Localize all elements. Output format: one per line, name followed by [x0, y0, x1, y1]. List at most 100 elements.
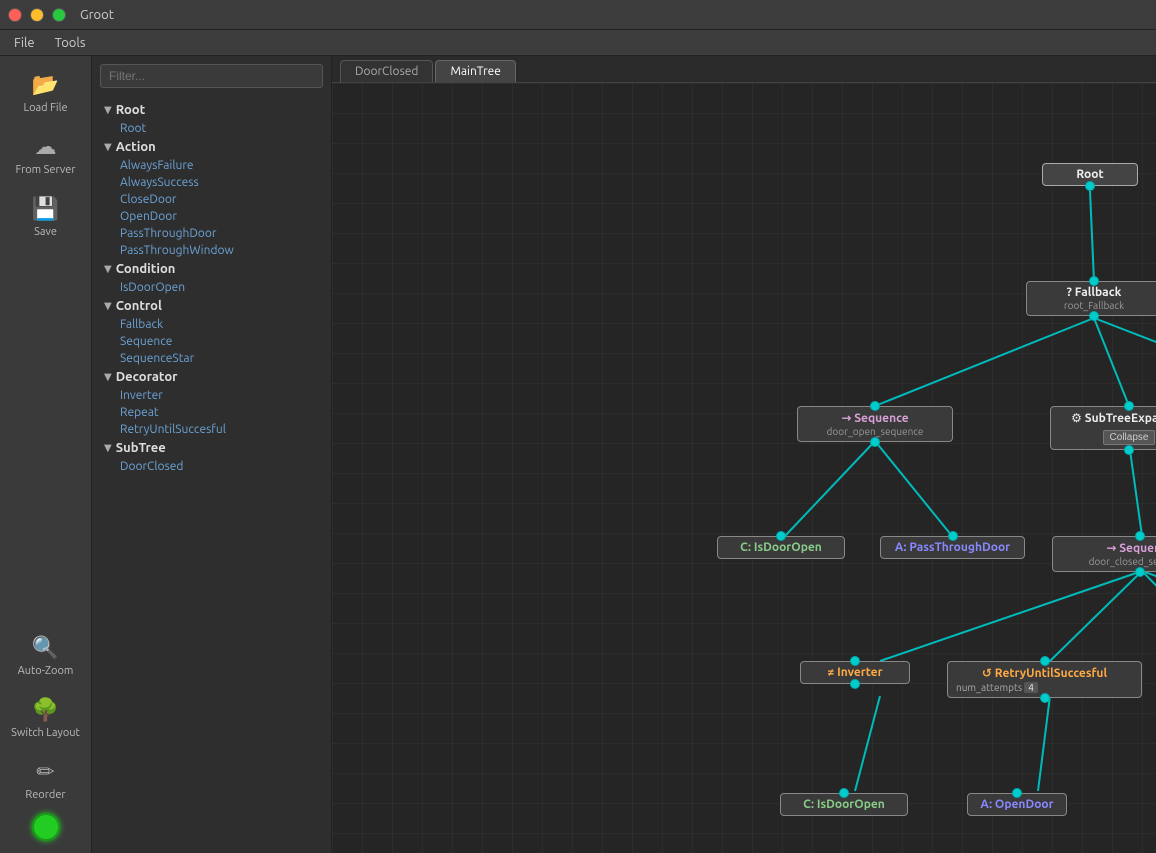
- tree-item-fallback[interactable]: Fallback: [92, 316, 331, 333]
- tree-item-repeat[interactable]: Repeat: [92, 404, 331, 421]
- canvas-area: DoorClosed MainTree: [332, 56, 1156, 853]
- node-passthroughdoor1[interactable]: A: PassThroughDoor: [880, 536, 1025, 559]
- node-fallback[interactable]: ? Fallback root_Fallback: [1026, 281, 1156, 316]
- arrow-control: ▼: [104, 300, 112, 312]
- tree-item-alwaysfailure[interactable]: AlwaysFailure: [92, 157, 331, 174]
- save-icon: 💾: [32, 196, 59, 222]
- tree-item-root[interactable]: Root: [92, 120, 331, 137]
- conn-subtree-top: [1124, 401, 1134, 411]
- node-root[interactable]: Root: [1042, 163, 1138, 186]
- from-server-label: From Server: [15, 164, 75, 176]
- tree-item-doorclosed[interactable]: DoorClosed: [92, 458, 331, 475]
- switch-layout-button[interactable]: 🌳 Switch Layout: [6, 689, 86, 747]
- save-button[interactable]: 💾 Save: [6, 188, 86, 246]
- node-retry-title: ↺ RetryUntilSuccesful: [956, 666, 1133, 680]
- category-action-label: Action: [116, 140, 156, 154]
- menubar: File Tools: [0, 30, 1156, 56]
- reorder-icon: ✏: [36, 759, 54, 785]
- from-server-button[interactable]: ☁ From Server: [6, 126, 86, 184]
- arrow-condition: ▼: [104, 263, 112, 275]
- conn-retry-top: [1040, 656, 1050, 666]
- conn-seq1-bottom: [870, 437, 880, 447]
- node-sequence1[interactable]: → Sequence door_open_sequence: [797, 406, 953, 442]
- tree-item-isdooropen[interactable]: IsDoorOpen: [92, 279, 331, 296]
- toolbar: 📂 Load File ☁ From Server 💾 Save 🔍 Auto-…: [0, 56, 92, 853]
- node-ido2-title: C: IsDoorOpen: [789, 798, 899, 811]
- node-sequence2[interactable]: → Sequence door_closed_sequence: [1052, 536, 1156, 572]
- conn-ptd1-top: [948, 531, 958, 541]
- tree-item-closedoor[interactable]: CloseDoor: [92, 191, 331, 208]
- node-isdooropen2[interactable]: C: IsDoorOpen: [780, 793, 908, 816]
- load-file-label: Load File: [23, 102, 67, 114]
- tree-item-opendoor[interactable]: OpenDoor: [92, 208, 331, 225]
- switch-layout-icon: 🌳: [32, 697, 59, 723]
- arrow-decorator: ▼: [104, 371, 112, 383]
- category-subtree-label: SubTree: [116, 441, 166, 455]
- node-subtree-title: ⚙ SubTreeExpanded: [1059, 411, 1156, 425]
- reorder-button[interactable]: ✏ Reorder: [6, 751, 86, 809]
- node-ido1-title: C: IsDoorOpen: [726, 541, 836, 554]
- conn-retry-bottom: [1040, 693, 1050, 703]
- conn-inv-top: [850, 656, 860, 666]
- titlebar: Groot: [0, 0, 1156, 30]
- category-action[interactable]: ▼ Action: [92, 137, 331, 157]
- tree-item-inverter[interactable]: Inverter: [92, 387, 331, 404]
- tree-item-passthroughwindow[interactable]: PassThroughWindow: [92, 242, 331, 259]
- auto-zoom-button[interactable]: 🔍 Auto-Zoom: [6, 627, 86, 685]
- arrow-root: ▼: [104, 104, 112, 116]
- node-subtree[interactable]: ⚙ SubTreeExpanded Collapse: [1050, 406, 1156, 450]
- filter-input[interactable]: [100, 64, 323, 88]
- tree-item-sequencestar[interactable]: SequenceStar: [92, 350, 331, 367]
- category-subtree[interactable]: ▼ SubTree: [92, 438, 331, 458]
- conn-ido1-top: [776, 531, 786, 541]
- collapse-button[interactable]: Collapse: [1103, 430, 1156, 445]
- switch-layout-label: Switch Layout: [11, 727, 80, 739]
- category-decorator-label: Decorator: [116, 370, 178, 384]
- node-fallback-subtitle: root_Fallback: [1035, 300, 1153, 311]
- node-retry[interactable]: ↺ RetryUntilSuccesful num_attempts 4: [947, 661, 1142, 698]
- status-light: [32, 813, 60, 841]
- sidebar: ▼ Root Root ▼ Action AlwaysFailure Alway…: [92, 56, 332, 853]
- retry-param-val: 4: [1024, 682, 1038, 693]
- conn-inv-bottom: [850, 679, 860, 689]
- node-inverter[interactable]: ≠ Inverter: [800, 661, 910, 684]
- tree-item-alwayssuccess[interactable]: AlwaysSuccess: [92, 174, 331, 191]
- node-opendoor[interactable]: A: OpenDoor: [967, 793, 1067, 816]
- conn-seq1-top: [870, 401, 880, 411]
- minimize-button[interactable]: [30, 8, 44, 22]
- tree-item-sequence[interactable]: Sequence: [92, 333, 331, 350]
- reorder-label: Reorder: [25, 789, 65, 801]
- conn-fallback-bottom: [1089, 311, 1099, 321]
- retry-param-key: num_attempts: [956, 682, 1022, 693]
- close-button[interactable]: [8, 8, 22, 22]
- load-file-button[interactable]: 📂 Load File: [6, 64, 86, 122]
- conn-seq2-bottom: [1135, 567, 1145, 577]
- category-control[interactable]: ▼ Control: [92, 296, 331, 316]
- connections-svg: [332, 83, 1156, 853]
- menu-tools[interactable]: Tools: [45, 34, 96, 52]
- node-isdooropen1[interactable]: C: IsDoorOpen: [717, 536, 845, 559]
- maximize-button[interactable]: [52, 8, 66, 22]
- tab-maintree[interactable]: MainTree: [435, 60, 515, 82]
- category-condition-label: Condition: [116, 262, 176, 276]
- node-inv-title: ≠ Inverter: [809, 666, 901, 679]
- tree-item-passthroughdoor[interactable]: PassThroughDoor: [92, 225, 331, 242]
- category-root[interactable]: ▼ Root: [92, 100, 331, 120]
- auto-zoom-icon: 🔍: [32, 635, 59, 661]
- arrow-subtree: ▼: [104, 442, 112, 454]
- category-decorator[interactable]: ▼ Decorator: [92, 367, 331, 387]
- tree-item-retryuntilsuccesful[interactable]: RetryUntilSuccesful: [92, 421, 331, 438]
- graph-canvas[interactable]: Root ? Fallback root_Fallback → Sequence…: [332, 83, 1156, 853]
- node-fallback-title: ? Fallback: [1035, 286, 1153, 299]
- category-condition[interactable]: ▼ Condition: [92, 259, 331, 279]
- conn-seq2-top: [1135, 531, 1145, 541]
- app-title: Groot: [80, 8, 114, 22]
- tab-doorclosed[interactable]: DoorClosed: [340, 60, 433, 82]
- category-root-label: Root: [116, 103, 146, 117]
- node-od-title: A: OpenDoor: [976, 798, 1058, 811]
- tree-panel: ▼ Root Root ▼ Action AlwaysFailure Alway…: [92, 96, 331, 853]
- menu-file[interactable]: File: [4, 34, 45, 52]
- conn-root-bottom: [1085, 181, 1095, 191]
- conn-ido2-top: [839, 788, 849, 798]
- save-label: Save: [34, 226, 57, 238]
